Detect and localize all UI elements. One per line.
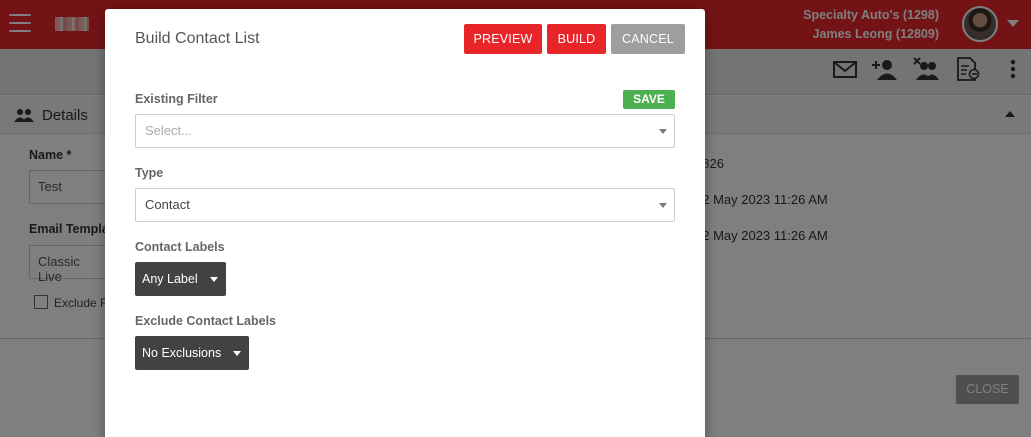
- contact-labels-label: Contact Labels: [135, 240, 225, 254]
- type-label: Type: [135, 166, 164, 180]
- build-button[interactable]: BUILD: [547, 24, 606, 54]
- exclude-contact-labels-value: No Exclusions: [142, 346, 222, 360]
- existing-filter-label: Existing Filter: [135, 92, 218, 106]
- chevron-down-icon: [233, 351, 242, 356]
- exclude-contact-labels-dropdown[interactable]: No Exclusions: [135, 336, 250, 370]
- dialog-title: Build Contact List: [135, 30, 260, 47]
- chevron-down-icon: [209, 277, 218, 282]
- chevron-down-icon: [659, 203, 667, 208]
- existing-filter-select[interactable]: Select...: [135, 114, 675, 148]
- build-contact-list-dialog: Build Contact List PREVIEW BUILD CANCEL …: [105, 9, 705, 437]
- type-select[interactable]: Contact: [135, 188, 675, 222]
- contact-labels-dropdown[interactable]: Any Label: [135, 262, 226, 296]
- cancel-button[interactable]: CANCEL: [611, 24, 685, 54]
- chevron-down-icon: [659, 129, 667, 134]
- save-filter-button[interactable]: SAVE: [623, 90, 675, 109]
- type-value: Contact: [145, 197, 190, 212]
- preview-button[interactable]: PREVIEW: [464, 24, 542, 54]
- exclude-contact-labels-label: Exclude Contact Labels: [135, 314, 277, 328]
- existing-filter-placeholder: Select...: [145, 123, 192, 138]
- contact-labels-value: Any Label: [142, 272, 198, 286]
